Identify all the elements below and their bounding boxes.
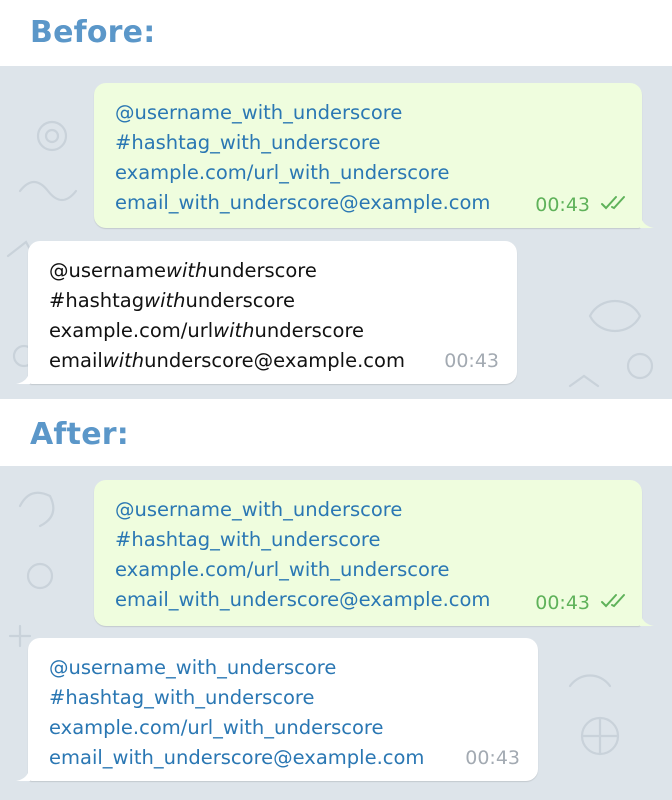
bubble-tail [16,763,30,781]
incoming-message-bubble[interactable]: @usernamewithunderscore #hashtagwithunde… [16,241,517,384]
message-line-url: example.com/urlwithunderscore [49,319,365,342]
username-link[interactable]: @username_with_underscore [115,98,642,128]
message-time: 00:43 [535,193,590,216]
double-check-icon [600,588,630,618]
message-meta: 00:43 [535,588,630,619]
url-link[interactable]: example.com/url_with_underscore [49,713,538,743]
outgoing-message-bubble[interactable]: @username_with_underscore #hashtag_with_… [94,480,654,626]
bubble-tail [16,366,30,384]
message-line-hashtag: #hashtagwithunderscore [49,289,296,312]
bubble-tail [640,608,654,626]
username-link[interactable]: @username_with_underscore [49,653,538,683]
url-link[interactable]: example.com/url_with_underscore [115,555,642,585]
hashtag-link[interactable]: #hashtag_with_underscore [49,683,538,713]
chat-area-after: @username_with_underscore #hashtag_with_… [0,466,672,800]
incoming-message-bubble[interactable]: @username_with_underscore #hashtag_with_… [16,638,538,781]
bubble-tail [640,210,654,228]
hashtag-link[interactable]: #hashtag_with_underscore [115,128,642,158]
message-line-username: @usernamewithunderscore [49,259,317,282]
message-time: 00:43 [444,350,499,372]
outgoing-message-bubble[interactable]: @username_with_underscore #hashtag_with_… [94,83,654,228]
after-heading: After: [30,417,129,452]
url-link[interactable]: example.com/url_with_underscore [115,158,642,188]
message-time: 00:43 [535,591,590,614]
double-check-icon [600,190,630,220]
hashtag-link[interactable]: #hashtag_with_underscore [115,525,642,555]
chat-area-before: @username_with_underscore #hashtag_with_… [0,66,672,399]
username-link[interactable]: @username_with_underscore [115,495,642,525]
message-meta: 00:43 [535,190,630,221]
message-time: 00:43 [465,747,520,769]
before-heading: Before: [30,15,156,50]
